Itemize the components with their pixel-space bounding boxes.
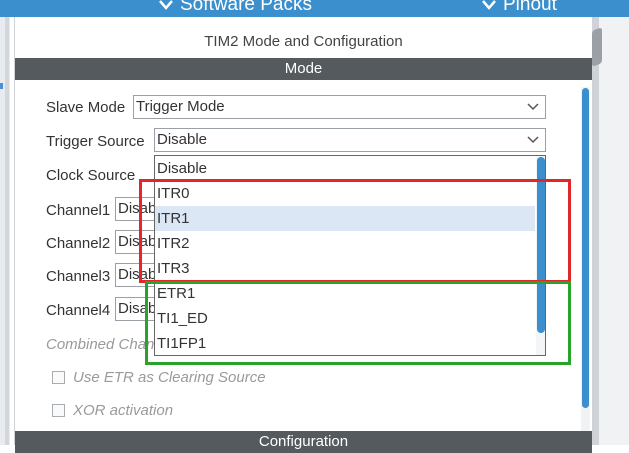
xor-label: XOR activation	[73, 402, 174, 419]
clock-source-label: Clock Source	[46, 167, 136, 184]
software-packs-label: Software Packs	[180, 0, 312, 15]
red-highlight-box	[139, 179, 571, 283]
splitter-handle[interactable]	[592, 27, 602, 67]
pinout-menu[interactable]: Pinout	[481, 0, 557, 16]
left-indicator	[0, 83, 3, 89]
software-packs-menu[interactable]: Software Packs	[158, 0, 312, 16]
chevron-down-icon	[527, 103, 539, 111]
dropdown-option-disable[interactable]: Disable	[155, 156, 535, 181]
chevron-down-icon	[159, 0, 173, 10]
green-highlight-box	[145, 281, 571, 365]
xor-checkbox[interactable]	[52, 404, 65, 417]
chevron-down-icon	[527, 136, 539, 144]
trigger-source-value: Disable	[157, 131, 208, 148]
channel4-label: Channel4	[46, 302, 111, 319]
chevron-down-icon	[482, 0, 496, 10]
mode-configuration-panel: TIM2 Mode and Configuration Mode Slave M…	[14, 17, 592, 453]
trigger-source-label: Trigger Source	[46, 133, 145, 150]
xor-activation-checkbox-row[interactable]: XOR activation	[52, 402, 173, 419]
pane-splitter[interactable]	[591, 17, 599, 445]
use-etr-label: Use ETR as Clearing Source	[73, 369, 266, 386]
mode-panel-scroll-thumb[interactable]	[582, 88, 589, 408]
channel3-label: Channel3	[46, 268, 111, 285]
mode-section-header[interactable]: Mode	[15, 58, 592, 80]
slave-mode-label: Slave Mode	[46, 99, 126, 116]
left-scroll-strip[interactable]	[0, 17, 10, 445]
channel1-label: Channel1	[46, 202, 111, 219]
top-toolbar: Software Packs Pinout	[0, 0, 629, 17]
channel2-label: Channel2	[46, 235, 111, 252]
trigger-source-select[interactable]: Disable	[154, 128, 546, 152]
use-etr-checkbox[interactable]	[52, 371, 65, 384]
slave-mode-select[interactable]: Trigger Mode	[133, 95, 546, 119]
use-etr-clearing-checkbox-row[interactable]: Use ETR as Clearing Source	[52, 369, 266, 386]
panel-title: TIM2 Mode and Configuration	[204, 33, 403, 50]
right-pane	[591, 17, 629, 445]
mode-panel-scrollbar[interactable]	[581, 87, 590, 432]
pinout-label: Pinout	[503, 0, 557, 15]
configuration-section-header[interactable]: Configuration	[15, 431, 592, 453]
slave-mode-value: Trigger Mode	[136, 98, 225, 115]
